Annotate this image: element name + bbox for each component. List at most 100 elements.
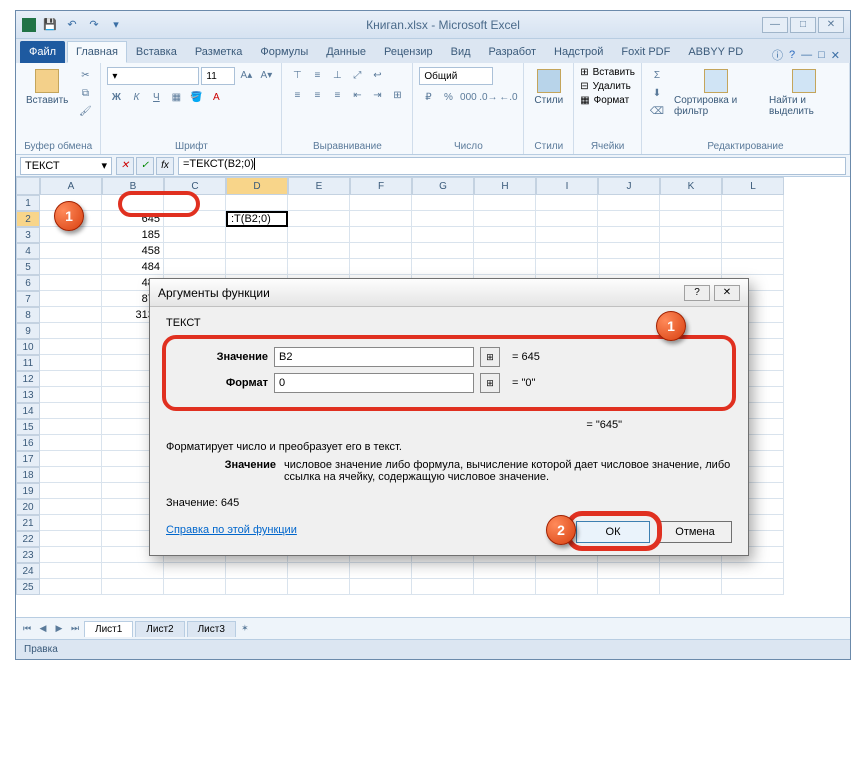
cell-D25[interactable]: [226, 579, 288, 595]
fill-color-icon[interactable]: 🪣: [187, 89, 205, 105]
cell-H4[interactable]: [474, 243, 536, 259]
row-header-14[interactable]: 14: [16, 403, 40, 419]
tab-data[interactable]: Данные: [317, 41, 375, 63]
cell-A9[interactable]: [40, 323, 102, 339]
cell-H25[interactable]: [474, 579, 536, 595]
row-header-1[interactable]: 1: [16, 195, 40, 211]
orientation-icon[interactable]: ⤢: [348, 67, 366, 83]
tab-home[interactable]: Главная: [67, 41, 127, 63]
dialog-help-link[interactable]: Справка по этой функции: [166, 524, 297, 536]
cells-insert-button[interactable]: ⊞ Вставить: [580, 67, 635, 78]
cell-A14[interactable]: [40, 403, 102, 419]
cancel-button[interactable]: Отмена: [658, 521, 732, 543]
qat-dropdown-icon[interactable]: ▾: [108, 17, 124, 33]
merge-icon[interactable]: ⊞: [388, 87, 406, 103]
cell-J4[interactable]: [598, 243, 660, 259]
autosum-icon[interactable]: Σ: [648, 67, 666, 83]
cell-E2[interactable]: [288, 211, 350, 227]
cell-L2[interactable]: [722, 211, 784, 227]
cell-G2[interactable]: [412, 211, 474, 227]
sheet-tab-1[interactable]: Лист1: [84, 621, 133, 637]
cell-A25[interactable]: [40, 579, 102, 595]
cell-A20[interactable]: [40, 499, 102, 515]
col-header-D[interactable]: D: [226, 177, 288, 195]
styles-button[interactable]: Стили: [530, 67, 567, 108]
cell-C4[interactable]: [164, 243, 226, 259]
cell-A16[interactable]: [40, 435, 102, 451]
row-header-12[interactable]: 12: [16, 371, 40, 387]
cells-format-button[interactable]: ▦ Формат: [580, 95, 635, 106]
tab-view[interactable]: Вид: [442, 41, 480, 63]
copy-icon[interactable]: ⧉: [76, 85, 94, 101]
select-all-corner[interactable]: [16, 177, 40, 195]
cell-D2[interactable]: :Т(B2;0): [226, 211, 288, 227]
row-header-19[interactable]: 19: [16, 483, 40, 499]
cell-L24[interactable]: [722, 563, 784, 579]
cell-E3[interactable]: [288, 227, 350, 243]
row-header-17[interactable]: 17: [16, 451, 40, 467]
cell-A8[interactable]: [40, 307, 102, 323]
maximize-button[interactable]: □: [790, 17, 816, 33]
cell-G24[interactable]: [412, 563, 474, 579]
row-header-23[interactable]: 23: [16, 547, 40, 563]
sort-filter-button[interactable]: Сортировка и фильтр: [670, 67, 761, 119]
tab-addins[interactable]: Надстрой: [545, 41, 612, 63]
cell-A12[interactable]: [40, 371, 102, 387]
minimize-ribbon-icon[interactable]: ⓘ: [772, 47, 783, 63]
row-header-4[interactable]: 4: [16, 243, 40, 259]
tab-insert[interactable]: Вставка: [127, 41, 186, 63]
cell-A4[interactable]: [40, 243, 102, 259]
row-header-7[interactable]: 7: [16, 291, 40, 307]
paste-button[interactable]: Вставить: [22, 67, 72, 108]
row-header-5[interactable]: 5: [16, 259, 40, 275]
cell-A23[interactable]: [40, 547, 102, 563]
row-header-18[interactable]: 18: [16, 467, 40, 483]
tab-file[interactable]: Файл: [20, 41, 65, 63]
comma-icon[interactable]: 000: [459, 89, 477, 105]
help-icon[interactable]: ?: [789, 49, 795, 61]
col-header-F[interactable]: F: [350, 177, 412, 195]
cell-D3[interactable]: [226, 227, 288, 243]
doc-restore-icon[interactable]: □: [818, 49, 825, 61]
cell-K2[interactable]: [660, 211, 722, 227]
cell-L4[interactable]: [722, 243, 784, 259]
inc-decimal-icon[interactable]: .0→: [479, 89, 497, 105]
cell-G25[interactable]: [412, 579, 474, 595]
cell-A21[interactable]: [40, 515, 102, 531]
align-right-icon[interactable]: ≡: [328, 87, 346, 103]
cell-F24[interactable]: [350, 563, 412, 579]
row-header-15[interactable]: 15: [16, 419, 40, 435]
cell-F4[interactable]: [350, 243, 412, 259]
font-size-combo[interactable]: 11: [201, 67, 235, 85]
cell-I3[interactable]: [536, 227, 598, 243]
cell-H1[interactable]: [474, 195, 536, 211]
close-button[interactable]: ✕: [818, 17, 844, 33]
col-header-K[interactable]: K: [660, 177, 722, 195]
col-header-I[interactable]: I: [536, 177, 598, 195]
cell-D1[interactable]: [226, 195, 288, 211]
cell-F2[interactable]: [350, 211, 412, 227]
col-header-G[interactable]: G: [412, 177, 474, 195]
align-center-icon[interactable]: ≡: [308, 87, 326, 103]
tab-developer[interactable]: Разработ: [480, 41, 545, 63]
col-header-H[interactable]: H: [474, 177, 536, 195]
align-left-icon[interactable]: ≡: [288, 87, 306, 103]
cell-K3[interactable]: [660, 227, 722, 243]
cell-A11[interactable]: [40, 355, 102, 371]
grow-font-icon[interactable]: A▴: [237, 67, 255, 83]
cell-G5[interactable]: [412, 259, 474, 275]
cell-A10[interactable]: [40, 339, 102, 355]
cell-D24[interactable]: [226, 563, 288, 579]
currency-icon[interactable]: ₽: [419, 89, 437, 105]
cell-B3[interactable]: 185: [102, 227, 164, 243]
cell-E25[interactable]: [288, 579, 350, 595]
row-header-16[interactable]: 16: [16, 435, 40, 451]
align-bottom-icon[interactable]: ⊥: [328, 67, 346, 83]
number-format-combo[interactable]: Общий: [419, 67, 493, 85]
cell-F1[interactable]: [350, 195, 412, 211]
minimize-button[interactable]: —: [762, 17, 788, 33]
cell-A13[interactable]: [40, 387, 102, 403]
cell-B5[interactable]: 484: [102, 259, 164, 275]
undo-icon[interactable]: ↶: [64, 17, 80, 33]
cell-J3[interactable]: [598, 227, 660, 243]
